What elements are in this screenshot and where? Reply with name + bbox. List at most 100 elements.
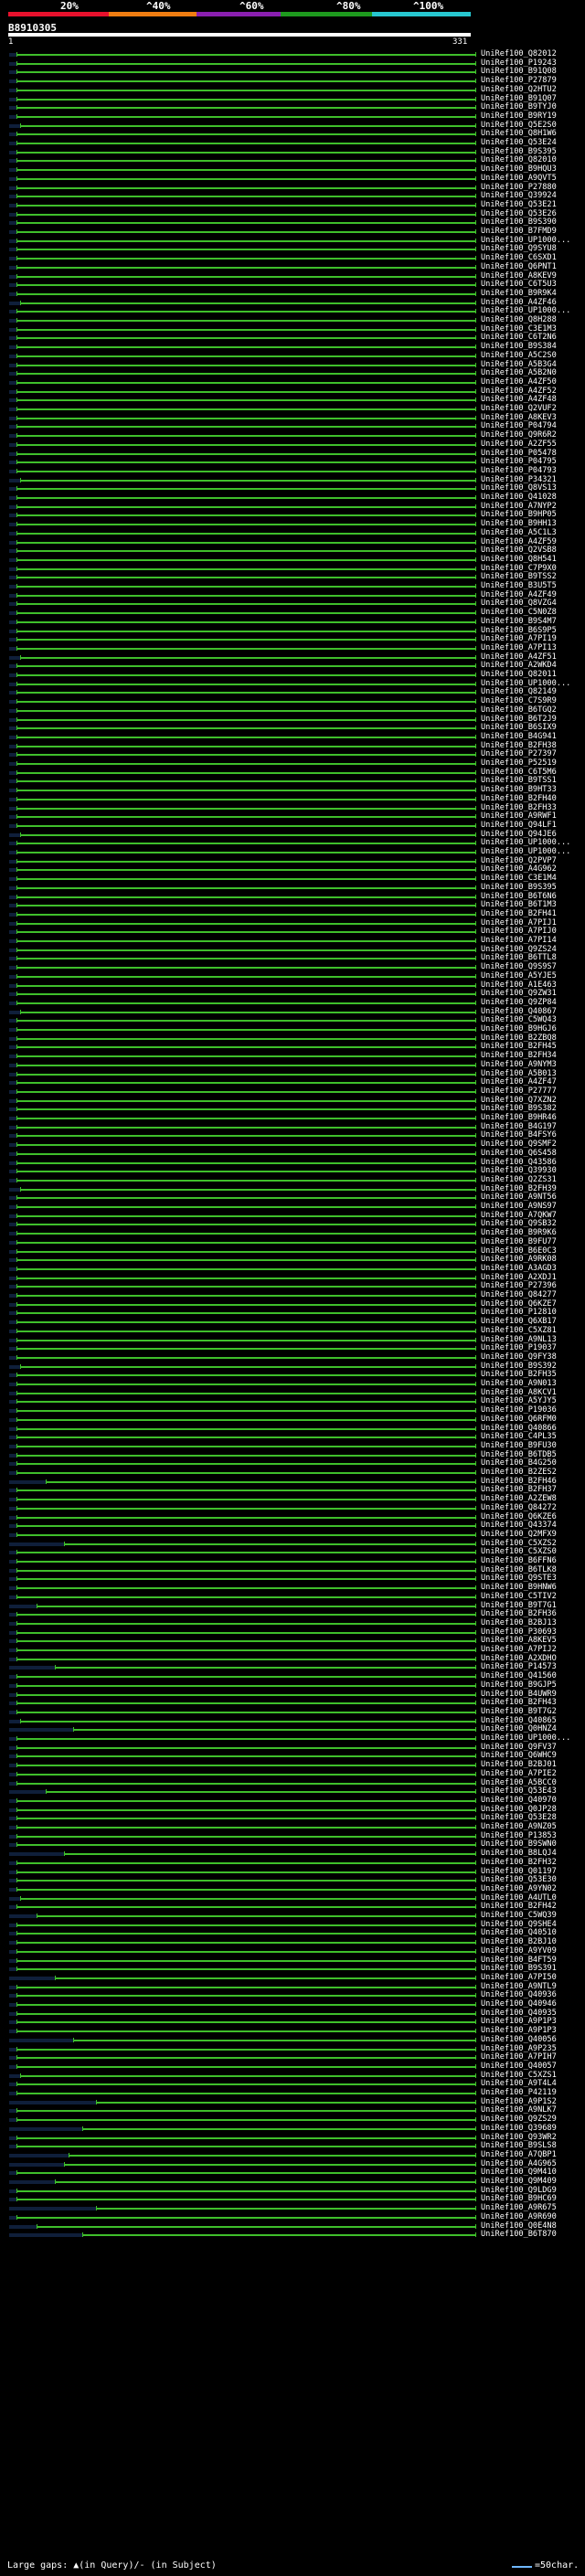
alignment-hit-line[interactable]: [16, 620, 475, 623]
hit-label[interactable]: UniRef100_A9T4L4: [481, 2080, 557, 2088]
alignment-hit-line[interactable]: [16, 346, 475, 349]
alignment-hit-line[interactable]: [16, 886, 475, 889]
alignment-hit-line[interactable]: [16, 647, 475, 650]
hit-label[interactable]: UniRef100_Q40865: [481, 1716, 557, 1725]
alignment-hit-line[interactable]: [16, 1197, 475, 1200]
hit-label[interactable]: UniRef100_A5B2N0: [481, 369, 557, 377]
hit-label[interactable]: UniRef100_A4G965: [481, 2159, 557, 2168]
alignment-hit-line[interactable]: [16, 843, 475, 845]
alignment-hit-line[interactable]: [16, 1552, 475, 1554]
hit-label[interactable]: UniRef100_A9RWF1: [481, 812, 557, 821]
alignment-hit-line[interactable]: [16, 1108, 475, 1111]
alignment-hit-line[interactable]: [16, 399, 475, 402]
alignment-hit-line[interactable]: [16, 160, 475, 163]
hit-label[interactable]: UniRef100_B8LQJ4: [481, 1850, 557, 1858]
alignment-hit-line[interactable]: [64, 1853, 475, 1856]
alignment-hit-line[interactable]: [37, 1915, 475, 1917]
hit-label[interactable]: UniRef100_A9NT56: [481, 1193, 557, 1202]
hit-label[interactable]: UniRef100_Q0JP28: [481, 1805, 557, 1814]
alignment-hit-line[interactable]: [16, 1250, 475, 1253]
hit-label[interactable]: UniRef100_Q0E4N8: [481, 2221, 557, 2231]
hit-label[interactable]: UniRef100_C7S9R9: [481, 697, 557, 705]
hit-label[interactable]: UniRef100_P42119: [481, 2089, 557, 2097]
hit-label[interactable]: UniRef100_B91Q08: [481, 68, 557, 76]
hit-label[interactable]: UniRef100_B9TSS2: [481, 573, 557, 581]
alignment-hit-line[interactable]: [16, 1499, 475, 1501]
hit-label[interactable]: UniRef100_Q2VSB8: [481, 546, 557, 555]
hit-label[interactable]: UniRef100_P27396: [481, 1282, 557, 1290]
alignment-hit-line[interactable]: [16, 1214, 475, 1217]
hit-label[interactable]: UniRef100_A9NTL9: [481, 1982, 557, 1991]
hit-label[interactable]: UniRef100_Q6KZE7: [481, 1299, 557, 1309]
alignment-hit-line[interactable]: [16, 1445, 475, 1447]
alignment-hit-line[interactable]: [16, 470, 475, 472]
alignment-hit-line[interactable]: [16, 1454, 475, 1457]
alignment-hit-line[interactable]: [16, 1356, 475, 1359]
hit-label[interactable]: UniRef100_B9HQU3: [481, 165, 557, 174]
alignment-hit-line[interactable]: [16, 213, 475, 216]
hit-label[interactable]: UniRef100_B9HR46: [481, 1114, 557, 1122]
alignment-hit-line[interactable]: [16, 975, 475, 978]
alignment-hit-line[interactable]: [16, 133, 475, 136]
alignment-hit-line[interactable]: [16, 683, 475, 685]
hit-label[interactable]: UniRef100_Q9ZS24: [481, 945, 557, 954]
alignment-hit-line[interactable]: [20, 1011, 475, 1013]
alignment-hit-line[interactable]: [20, 302, 475, 304]
hit-label[interactable]: UniRef100_B4FT59: [481, 1956, 557, 1965]
hit-label[interactable]: UniRef100_C6SXD1: [481, 254, 557, 262]
hit-label[interactable]: UniRef100_B9S390: [481, 218, 557, 227]
alignment-hit-line[interactable]: [16, 443, 475, 446]
hit-label[interactable]: UniRef100_A7NYP2: [481, 502, 557, 511]
alignment-hit-line[interactable]: [16, 1950, 475, 1953]
alignment-hit-line[interactable]: [16, 709, 475, 712]
hit-label[interactable]: UniRef100_A7QBP1: [481, 2150, 557, 2159]
alignment-hit-line[interactable]: [96, 2101, 475, 2104]
alignment-hit-line[interactable]: [16, 2083, 475, 2086]
alignment-hit-line[interactable]: [16, 860, 475, 863]
hit-label[interactable]: UniRef100_P19243: [481, 58, 557, 68]
hit-label[interactable]: UniRef100_C3E1M4: [481, 875, 557, 883]
hit-label[interactable]: UniRef100_A9RK08: [481, 1256, 557, 1264]
hit-label[interactable]: UniRef100_A9P1S2: [481, 2097, 557, 2106]
hit-label[interactable]: UniRef100_Q9ZW31: [481, 990, 557, 998]
hit-label[interactable]: UniRef100_B2FH40: [481, 794, 557, 803]
hit-label[interactable]: UniRef100_Q93WR2: [481, 2133, 557, 2142]
hit-label[interactable]: UniRef100_P27777: [481, 1087, 557, 1096]
hit-label[interactable]: UniRef100_P04794: [481, 422, 557, 430]
alignment-hit-line[interactable]: [16, 1631, 475, 1634]
alignment-hit-line[interactable]: [16, 816, 475, 819]
alignment-hit-line[interactable]: [16, 1286, 475, 1288]
alignment-hit-line[interactable]: [16, 913, 475, 916]
alignment-hit-line[interactable]: [16, 993, 475, 996]
alignment-hit-line[interactable]: [16, 1649, 475, 1651]
alignment-hit-line[interactable]: [16, 1986, 475, 1988]
alignment-hit-line[interactable]: [16, 1020, 475, 1023]
hit-label[interactable]: UniRef100_Q82010: [481, 156, 557, 164]
hit-label[interactable]: UniRef100_Q82149: [481, 688, 557, 696]
hit-label[interactable]: UniRef100_Q8H288: [481, 316, 557, 324]
hit-label[interactable]: UniRef100_A7PI50: [481, 1973, 557, 1982]
hit-label[interactable]: UniRef100_C5TIV2: [481, 1592, 557, 1601]
hit-label[interactable]: UniRef100_A5BCC0: [481, 1778, 557, 1787]
hit-label[interactable]: UniRef100_A5YJE5: [481, 971, 557, 981]
hit-label[interactable]: UniRef100_A2WKD4: [481, 662, 557, 670]
hit-label[interactable]: UniRef100_A4G962: [481, 865, 557, 874]
hit-label[interactable]: UniRef100_B2BJ10: [481, 1938, 557, 1946]
alignment-hit-line[interactable]: [16, 1463, 475, 1466]
alignment-hit-line[interactable]: [16, 1410, 475, 1413]
hit-label[interactable]: UniRef100_Q53E21: [481, 200, 557, 209]
hit-label[interactable]: UniRef100_A7QKW7: [481, 1211, 557, 1220]
alignment-hit-line[interactable]: [16, 266, 475, 269]
hit-label[interactable]: UniRef100_B9HP05: [481, 511, 557, 519]
hit-label[interactable]: UniRef100_Q9ZP84: [481, 998, 557, 1007]
hit-label[interactable]: UniRef100_Q39924: [481, 192, 557, 200]
alignment-hit-line[interactable]: [16, 426, 475, 429]
alignment-hit-line[interactable]: [16, 949, 475, 951]
hit-label[interactable]: UniRef100_B6E0C3: [481, 1246, 557, 1256]
alignment-hit-line[interactable]: [16, 320, 475, 322]
hit-label[interactable]: UniRef100_UP1000...: [481, 1734, 570, 1743]
alignment-hit-line[interactable]: [20, 124, 475, 127]
alignment-hit-line[interactable]: [37, 2225, 475, 2228]
alignment-hit-line[interactable]: [16, 1711, 475, 1713]
hit-label[interactable]: UniRef100_Q2PVP7: [481, 856, 557, 865]
